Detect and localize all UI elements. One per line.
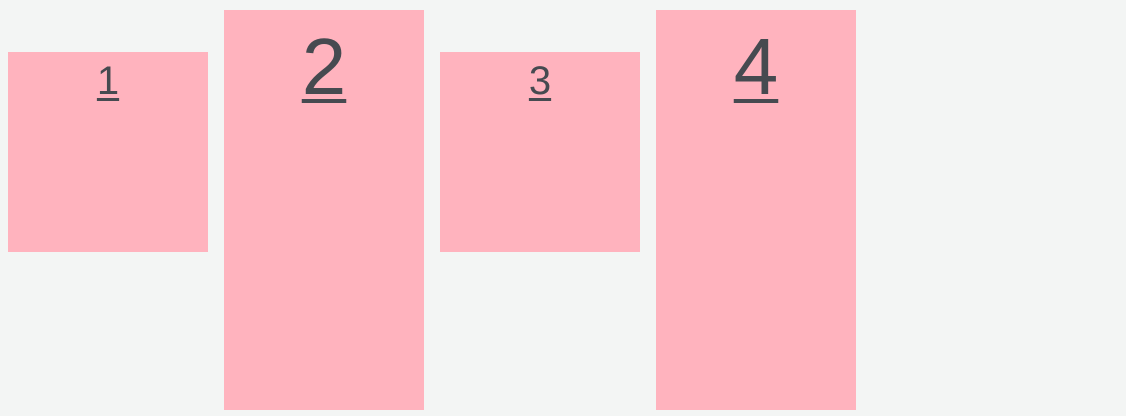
box-3-label[interactable]: 3 bbox=[529, 59, 551, 103]
canvas: 1 2 3 4 bbox=[0, 0, 1126, 416]
box-4[interactable]: 4 bbox=[656, 10, 856, 410]
box-3[interactable]: 3 bbox=[440, 52, 640, 252]
box-4-label[interactable]: 4 bbox=[734, 22, 779, 111]
box-2[interactable]: 2 bbox=[224, 10, 424, 410]
box-2-label[interactable]: 2 bbox=[302, 22, 347, 111]
box-1-label[interactable]: 1 bbox=[97, 59, 119, 103]
box-1[interactable]: 1 bbox=[8, 52, 208, 252]
